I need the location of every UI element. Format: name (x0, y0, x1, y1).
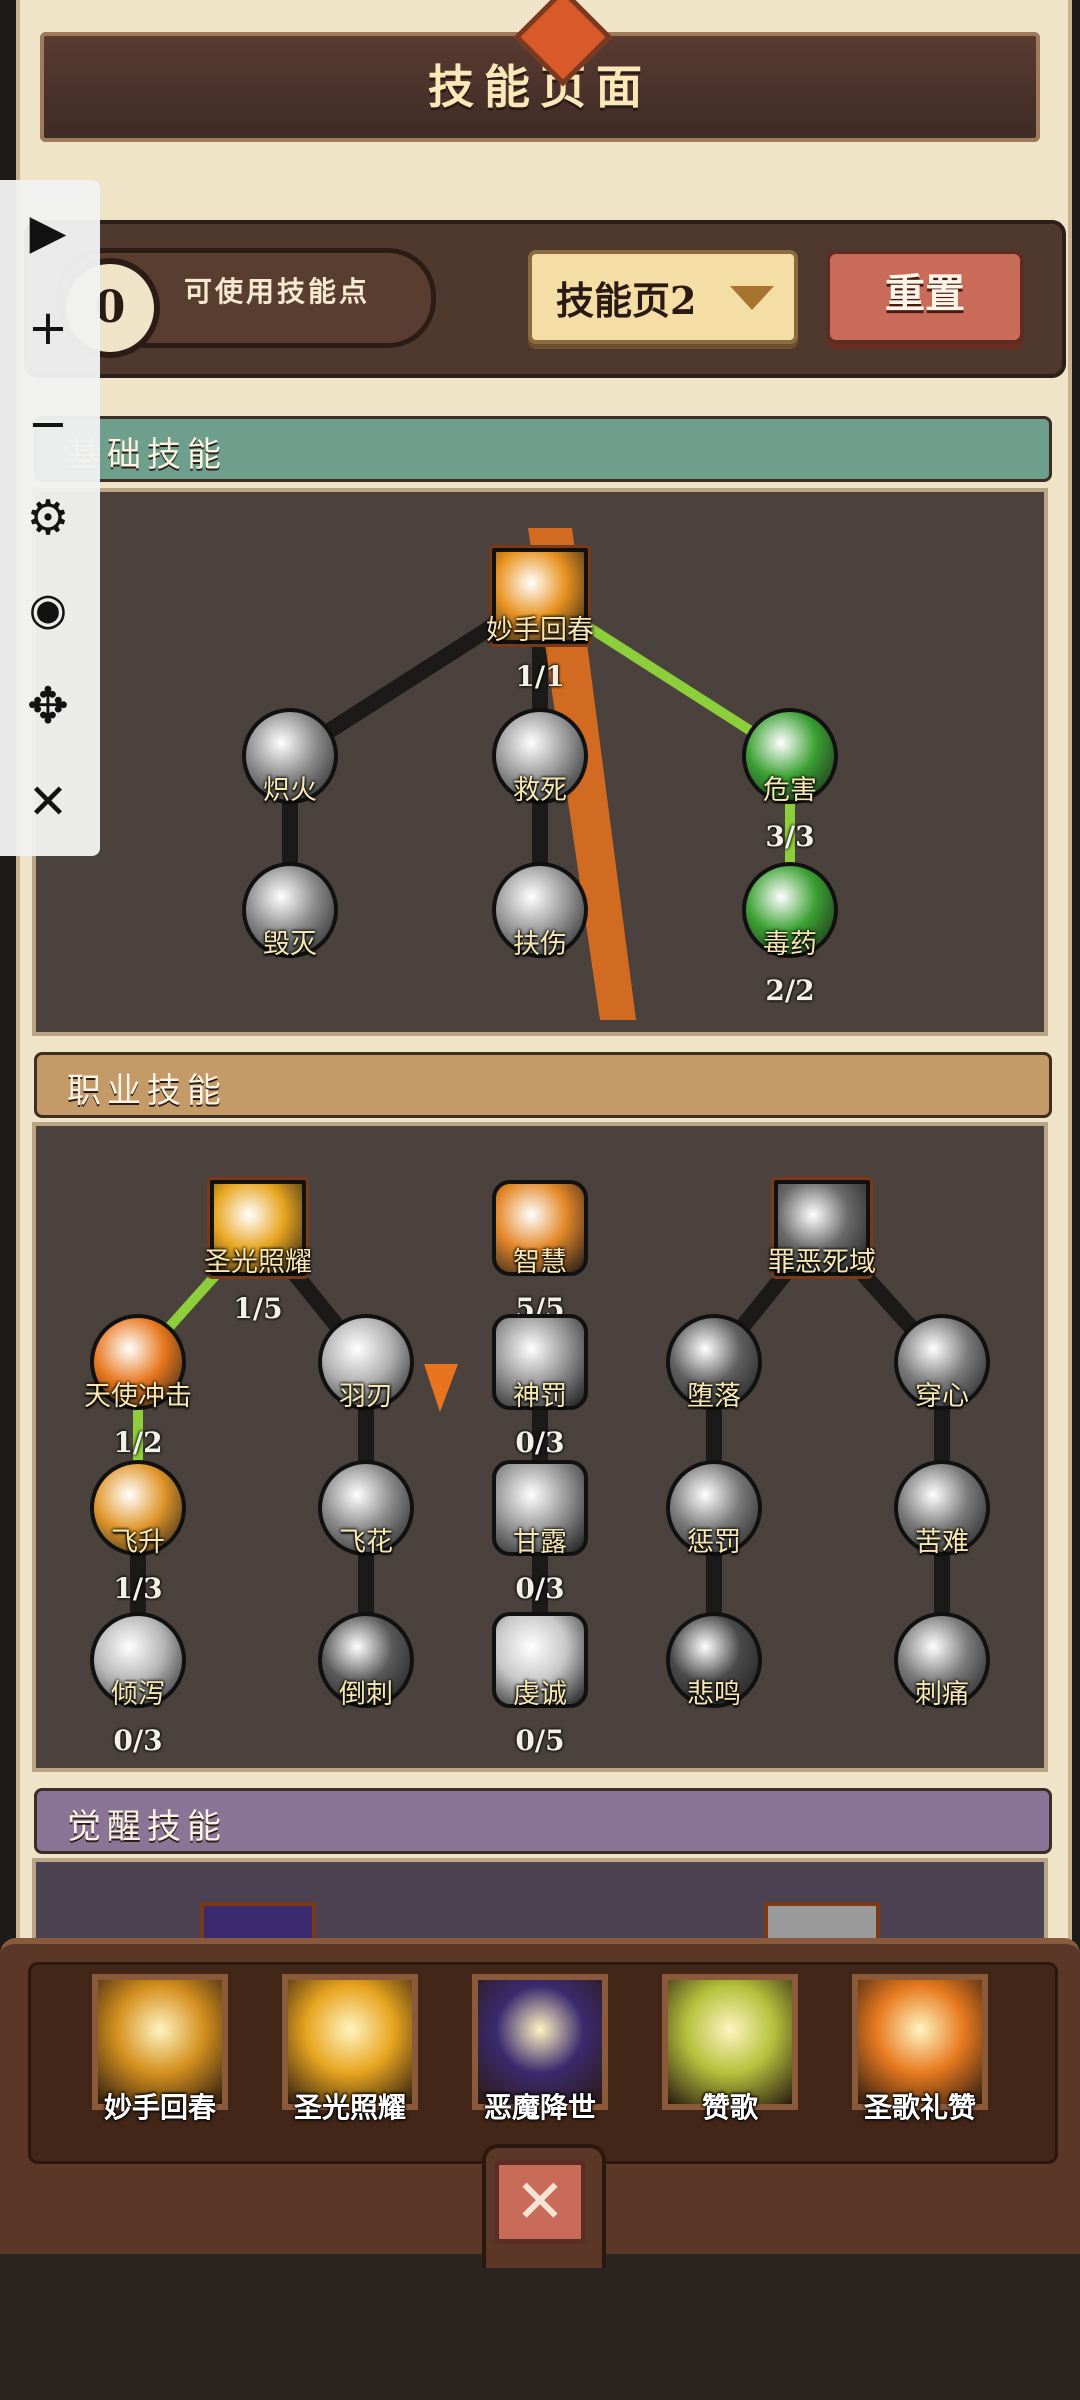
class-skill-label: 堕落 (687, 1381, 741, 1412)
class-skill-level: 0/3 (515, 1572, 565, 1605)
class-skill-label: 倒刺 (339, 1679, 393, 1710)
basic-skill-label: 救死 (513, 775, 567, 806)
class-skill-level: 0/3 (113, 1724, 163, 1757)
game-screen: 技能页面 0 可使用技能点 技能页2 重置 基础技能 职业技能 觉醒技能 妙手回… (0, 0, 1080, 2400)
zoom-in-icon[interactable]: + (16, 296, 80, 360)
class-skill-label: 智慧 (513, 1247, 567, 1278)
class-skill-level: 1/2 (113, 1426, 163, 1459)
zoom-out-icon[interactable]: − (16, 392, 80, 456)
equipped-skill-label: 妙手回春 (103, 2091, 217, 2124)
pointer-arrow-icon (424, 1364, 458, 1412)
class-skill-label: 天使冲击 (84, 1381, 192, 1412)
class-skill-level: 1/5 (233, 1292, 283, 1325)
equipped-skill-label: 圣歌礼赞 (863, 2091, 977, 2124)
class-skill-label: 神罚 (513, 1381, 567, 1412)
close-icon[interactable]: ✕ (16, 770, 80, 834)
class-skill-label: 圣光照耀 (204, 1247, 312, 1278)
class-skill-label: 虔诚 (513, 1679, 567, 1710)
basic-skill-level: 3/3 (765, 820, 815, 853)
class-skill-label: 刺痛 (915, 1679, 969, 1710)
basic-skill-label: 炽火 (263, 775, 317, 806)
floating-control-panel: ▶ + − ⚙ ◉ ✥ ✕ (0, 180, 100, 856)
class-skill-label: 倾泻 (111, 1679, 165, 1710)
basic-skill-label: 扶伤 (513, 929, 567, 960)
basic-skill-label: 危害 (763, 775, 817, 806)
bottom-bar (0, 2254, 1080, 2400)
equipped-skill-label: 赞歌 (701, 2091, 759, 2124)
basic-skill-level: 2/2 (765, 974, 815, 1007)
class-skill-label: 穿心 (915, 1381, 969, 1412)
class-skill-level: 1/3 (113, 1572, 163, 1605)
class-skill-label: 苦难 (915, 1527, 969, 1558)
move-icon[interactable]: ✥ (16, 674, 80, 738)
demon-icon[interactable] (200, 1902, 316, 1942)
eye-icon[interactable]: ◉ (16, 578, 80, 642)
class-skill-label: 惩罚 (687, 1527, 741, 1558)
class-skill-label: 悲鸣 (687, 1679, 741, 1710)
class-skill-label: 甘露 (513, 1527, 567, 1558)
class-skill-label: 飞花 (339, 1527, 393, 1558)
class-skill-level: 0/3 (515, 1426, 565, 1459)
equipped-skill-label: 恶魔降世 (483, 2091, 597, 2124)
class-skill-label: 羽刃 (339, 1381, 393, 1412)
awaken-skill-icon[interactable] (764, 1902, 880, 1942)
class-skill-level: 0/5 (515, 1724, 565, 1757)
settings-gear-icon[interactable]: ⚙ (16, 486, 80, 550)
basic-skill-label: 毁灭 (263, 929, 317, 960)
class-skill-label: 飞升 (111, 1527, 165, 1558)
basic-skill-label: 毒药 (763, 929, 817, 960)
close-panel-button[interactable]: ✕ (494, 2160, 586, 2244)
play-icon[interactable]: ▶ (16, 200, 80, 264)
basic-skill-label: 妙手回春 (486, 615, 594, 646)
basic-skill-level: 1/1 (515, 660, 565, 693)
class-skill-label: 罪恶死域 (768, 1247, 876, 1278)
equipped-skill-label: 圣光照耀 (293, 2091, 407, 2124)
